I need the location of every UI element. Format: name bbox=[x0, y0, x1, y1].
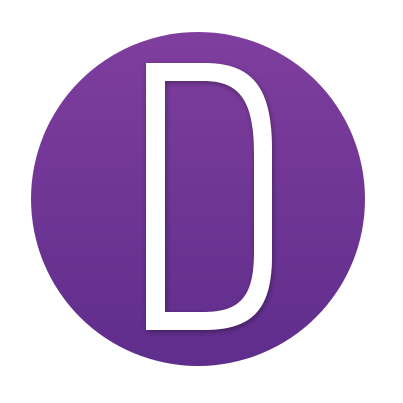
logo-canvas: D bbox=[0, 0, 403, 403]
d-logo-icon: D bbox=[31, 32, 365, 366]
